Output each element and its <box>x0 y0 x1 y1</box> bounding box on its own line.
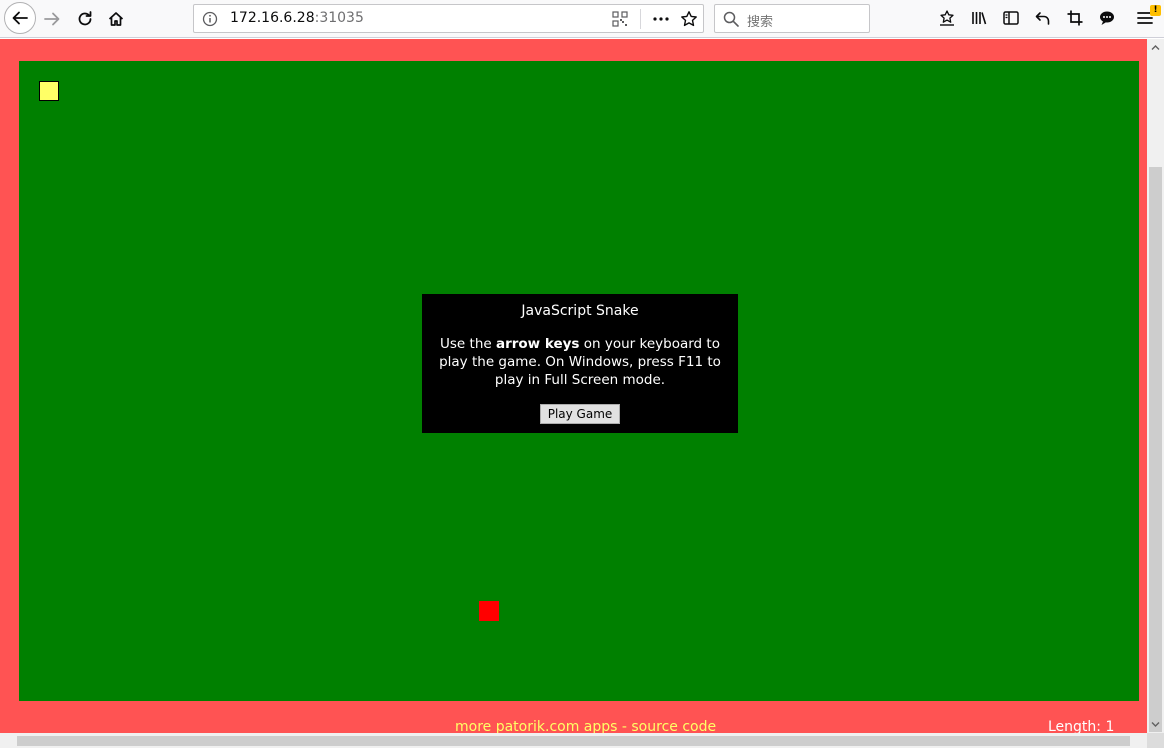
chat-button[interactable] <box>1096 7 1118 29</box>
horizontal-scrollbar[interactable] <box>0 733 1147 748</box>
instructions-prefix: Use the <box>440 336 496 352</box>
forward-arrow-icon <box>44 12 60 26</box>
horizontal-scroll-thumb[interactable] <box>17 736 1130 746</box>
pocket-button[interactable] <box>936 7 958 29</box>
search-bar[interactable]: 搜索 <box>714 4 870 33</box>
forward-button[interactable] <box>37 4 67 34</box>
url-separator <box>640 9 641 29</box>
url-bar[interactable]: 172.16.6.28:31035 <box>193 4 704 33</box>
snake-head <box>39 81 59 101</box>
more-dots-icon[interactable] <box>652 11 670 27</box>
sidebar-button[interactable] <box>1000 7 1022 29</box>
url-host: 172.16.6.28 <box>230 10 315 26</box>
info-icon[interactable] <box>202 11 218 27</box>
crop-icon <box>1067 10 1083 26</box>
instructions-bold: arrow keys <box>495 336 580 352</box>
footer-links: more patorik.com apps - source code <box>455 719 716 733</box>
pocket-icon <box>940 10 954 26</box>
star-icon[interactable] <box>680 10 698 28</box>
footer-separator: - <box>617 719 632 733</box>
vertical-scrollbar[interactable] <box>1147 39 1164 733</box>
scroll-down-arrow-icon[interactable] <box>1147 716 1164 733</box>
more-apps-link[interactable]: more patorik.com apps <box>455 719 617 733</box>
scroll-up-arrow-icon[interactable] <box>1147 39 1164 56</box>
update-alert-badge[interactable]: ! <box>1150 5 1161 16</box>
vertical-scroll-thumb[interactable] <box>1149 167 1162 732</box>
browser-toolbar: 172.16.6.28:31035 搜索 ! <box>0 0 1164 38</box>
reload-icon <box>78 11 92 26</box>
dialog-title: JavaScript Snake <box>521 303 639 319</box>
qr-code-icon[interactable] <box>612 11 628 27</box>
page-viewport: JavaScript Snake Use the arrow keys on y… <box>0 39 1147 733</box>
url-port: :31035 <box>314 10 364 26</box>
back-button[interactable] <box>4 2 36 34</box>
play-game-button[interactable]: Play Game <box>540 404 620 424</box>
reload-button[interactable] <box>70 4 100 34</box>
undo-button[interactable] <box>1032 7 1054 29</box>
home-icon <box>108 12 124 26</box>
url-text[interactable]: 172.16.6.28:31035 <box>230 10 364 26</box>
sidebar-icon <box>1003 11 1019 25</box>
search-icon <box>723 11 739 27</box>
scrollbar-corner <box>1147 733 1164 748</box>
dialog-instructions: Use the arrow keys on your keyboard to p… <box>428 335 732 389</box>
game-board: JavaScript Snake Use the arrow keys on y… <box>19 61 1139 701</box>
screenshot-button[interactable] <box>1064 7 1086 29</box>
snake-length-counter: Length: 1 <box>1048 719 1115 733</box>
library-button[interactable] <box>968 7 990 29</box>
search-placeholder: 搜索 <box>747 15 774 30</box>
snake-food <box>479 601 499 621</box>
back-arrow-icon <box>12 11 28 25</box>
undo-icon <box>1035 12 1050 25</box>
source-code-link[interactable]: source code <box>631 719 716 733</box>
start-dialog: JavaScript Snake Use the arrow keys on y… <box>422 294 738 433</box>
chat-bubble-icon <box>1100 11 1114 25</box>
library-icon <box>972 12 987 25</box>
home-button[interactable] <box>101 4 131 34</box>
